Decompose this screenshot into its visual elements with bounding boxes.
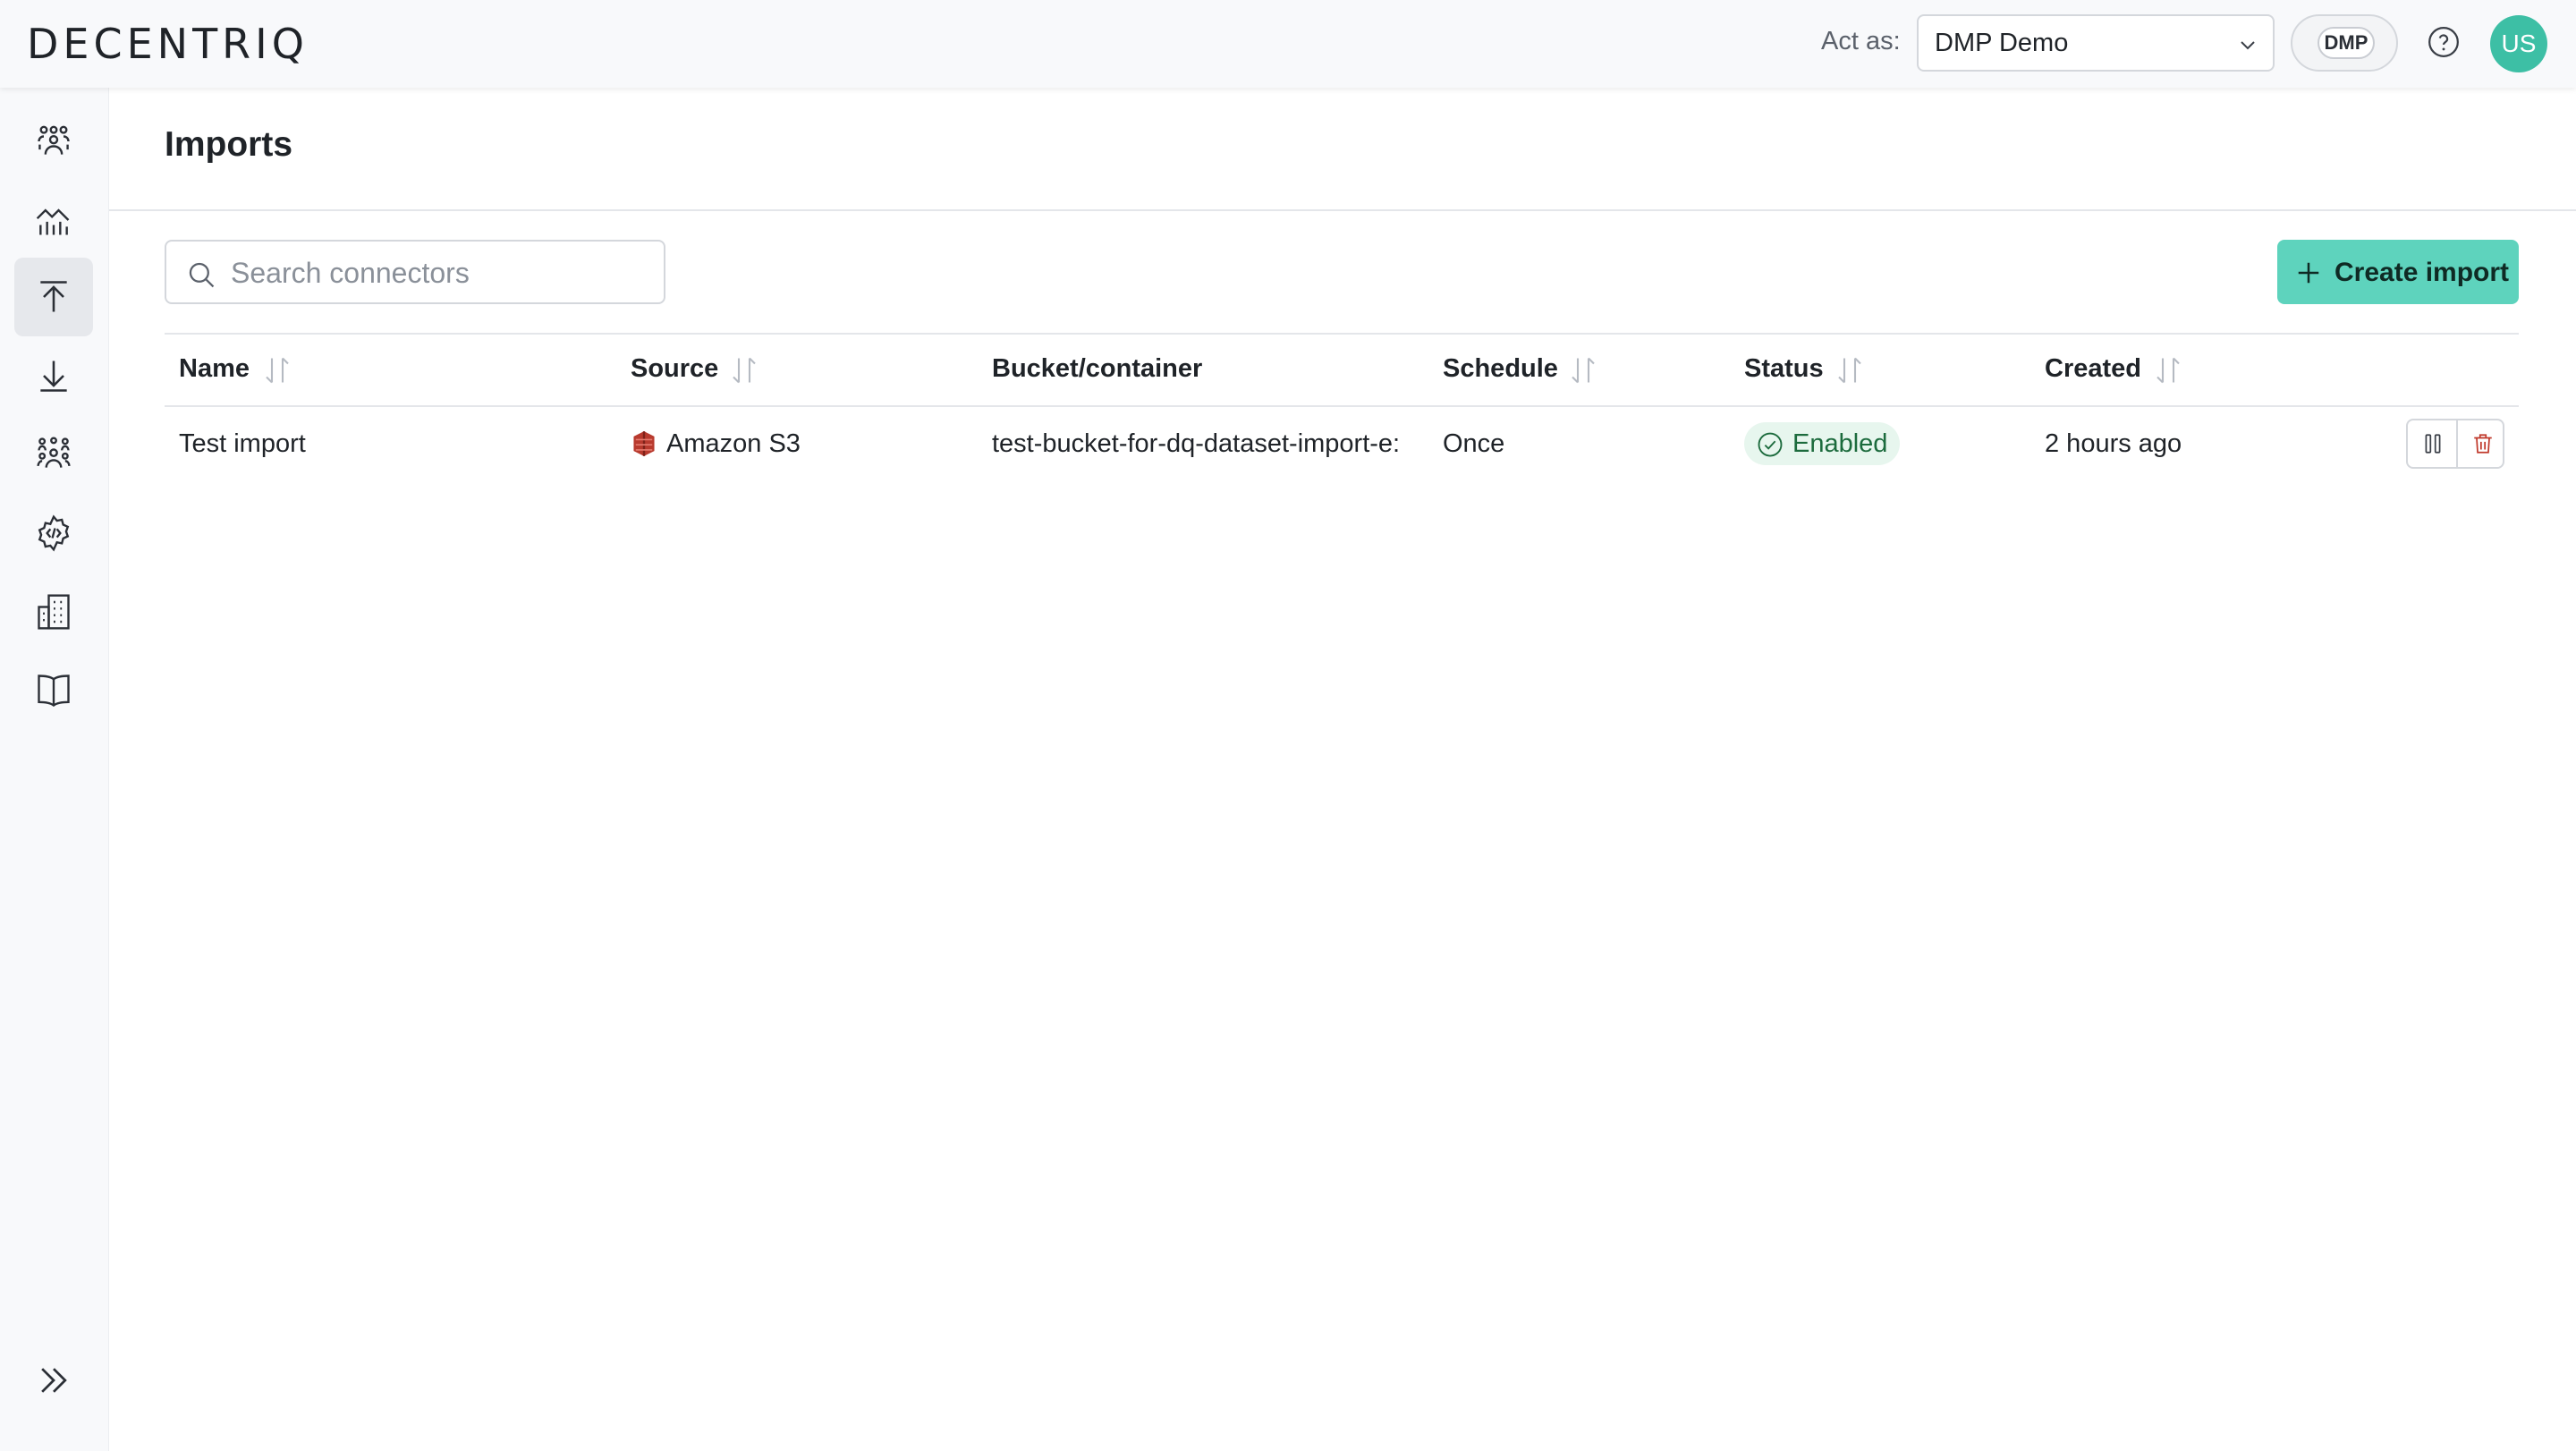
imports-upload-icon: [40, 281, 67, 312]
pause-button[interactable]: [2408, 420, 2456, 467]
column-header-bucket: Bucket/container: [992, 354, 1203, 383]
column-header-schedule[interactable]: Schedule: [1443, 354, 1558, 384]
sort-icon[interactable]: [728, 354, 760, 391]
top-bar: DECENTRIQ Act as: DMP Demo DMP US: [0, 0, 2576, 88]
sidebar-item-insights[interactable]: [14, 181, 93, 259]
organization-building-icon: [38, 594, 70, 630]
search-input[interactable]: [231, 252, 642, 293]
organization-select-value: DMP Demo: [1935, 29, 2069, 57]
sidebar-item-documentation[interactable]: [14, 651, 93, 730]
table-top-border: [165, 333, 2519, 335]
status-badge-label: Enabled: [1792, 429, 1888, 458]
documentation-book-icon: [38, 675, 70, 707]
column-header-created[interactable]: Created: [2045, 354, 2141, 384]
pause-icon: [2425, 434, 2441, 454]
sort-icon[interactable]: [1567, 354, 1599, 391]
sidebar: [0, 88, 109, 1451]
sort-icon[interactable]: [2152, 354, 2184, 391]
search-box[interactable]: [165, 240, 665, 304]
sidebar-item-exports[interactable]: [14, 336, 93, 415]
sort-icon[interactable]: [261, 354, 293, 391]
table-cell-source: Amazon S3: [666, 429, 801, 458]
sidebar-item-developer[interactable]: [14, 494, 93, 573]
column-header-status[interactable]: Status: [1744, 354, 1824, 384]
sidebar-item-collaboration[interactable]: [14, 102, 93, 181]
table-cell-created: 2 hours ago: [2045, 429, 2182, 458]
create-import-label: Create import: [2334, 258, 2510, 287]
sort-icon[interactable]: [1834, 354, 1866, 391]
exports-download-icon: [40, 361, 67, 392]
delete-button[interactable]: [2458, 420, 2506, 467]
table-cell-name[interactable]: Test import: [179, 429, 306, 459]
row-actions: [2406, 419, 2504, 469]
page-title: Imports: [165, 125, 293, 164]
table-header-divider: [165, 405, 2519, 407]
user-avatar[interactable]: US: [2490, 15, 2547, 72]
sidebar-item-organization[interactable]: [14, 573, 93, 651]
check-circle-icon: [1758, 432, 1783, 457]
app-logo[interactable]: DECENTRIQ: [27, 20, 309, 68]
help-icon[interactable]: [2427, 25, 2461, 64]
organization-select[interactable]: DMP Demo: [1917, 14, 2275, 72]
search-icon: [189, 262, 215, 288]
chevron-down-icon: [2237, 34, 2258, 60]
table-cell-bucket: test-bucket-for-dq-dataset-import-e:: [992, 429, 1401, 458]
sidebar-item-imports[interactable]: [14, 258, 93, 336]
create-import-button[interactable]: Create import: [2277, 240, 2519, 304]
title-divider: [109, 209, 2576, 211]
column-header-name[interactable]: Name: [179, 354, 250, 384]
status-badge: Enabled: [1744, 422, 1901, 465]
act-as-label: Act as:: [1821, 27, 1901, 55]
insights-chart-icon: [36, 208, 70, 235]
sidebar-item-audiences[interactable]: [14, 415, 93, 494]
plus-icon: [2298, 262, 2319, 284]
amazon-s3-icon: [631, 430, 657, 462]
organization-badge[interactable]: DMP: [2291, 14, 2398, 72]
audiences-icon: [37, 437, 71, 468]
table-cell-schedule: Once: [1443, 429, 1505, 458]
developer-settings-icon: [38, 514, 70, 552]
organization-badge-label: DMP: [2318, 27, 2375, 59]
double-chevron-right-icon[interactable]: [34, 1361, 73, 1404]
trash-icon: [2474, 434, 2492, 454]
collaboration-icon: [38, 125, 70, 155]
column-header-source[interactable]: Source: [631, 354, 718, 384]
